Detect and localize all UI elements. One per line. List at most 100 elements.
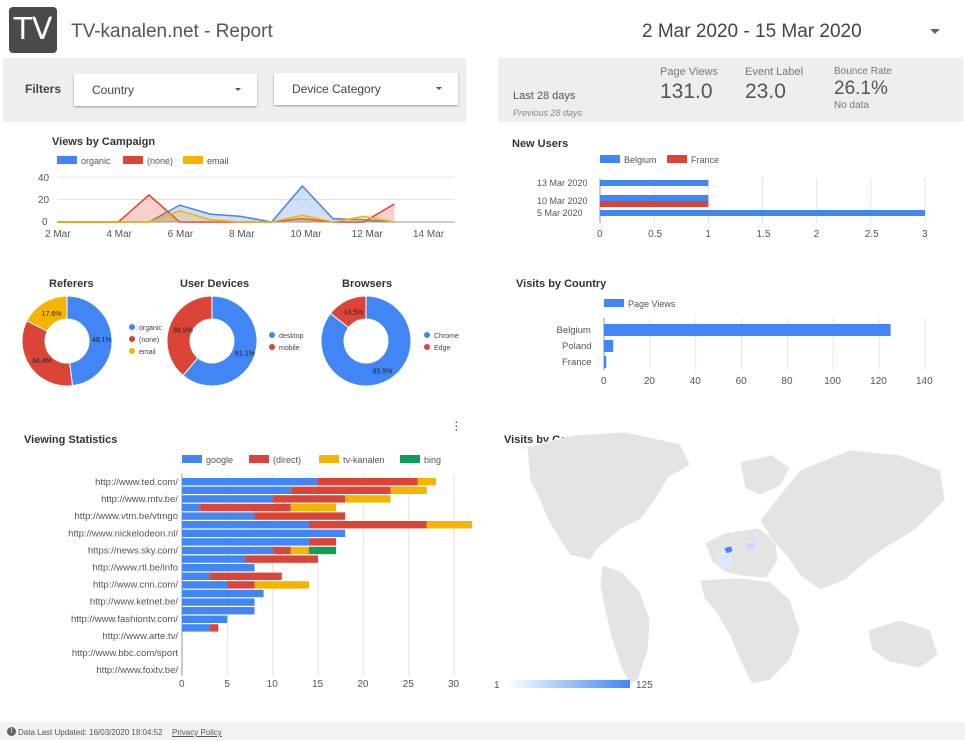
browsers-legend-dot [424,332,430,338]
stacked-bar-google [182,564,255,572]
legend-tv-kanalen-swatch [319,455,339,463]
category-label: 5 Mar 2020 [537,208,583,218]
category-label: http://www.mtv.be/ [101,494,178,505]
x-tick-label: 25 [403,679,415,690]
privacy-policy-link[interactable]: Privacy Policy [172,728,222,737]
x-tick-label: 10 [267,679,279,690]
devices-slice-label: 38.9% [173,328,193,335]
dashboard-charts: organic (none) email402002 Mar 4 Mar 6 Mar 8 … [21,155,946,691]
stacked-bar-google [182,572,210,580]
legend-organic-label: organic [81,156,111,166]
map-landmass [739,454,791,496]
category-label: http://www.ketnet.be/ [90,597,179,608]
map-color-scale [506,680,630,688]
stacked-bar-tv-kanalen [254,581,309,589]
legend-none-swatch [123,156,143,164]
report-page: TV TV-kanalen.net - Report 2 Mar 2020 - … [0,0,965,740]
legend-google-label: google [206,455,233,465]
stacked-bar-google [182,598,255,606]
bar-france [600,201,709,207]
referers-legend-dot [129,324,135,330]
category-label: http://www.cnn.com/ [93,580,178,591]
x-tick-label: 60 [736,376,748,387]
x-tick-label: 0.5 [648,229,662,240]
category-label: http://www.bbc.com/sport [72,648,178,659]
referers-legend-label: organic [139,325,162,332]
x-tick-label: 3 [922,229,928,240]
referers-legend-label: email [139,349,156,356]
map-landmass [526,431,691,561]
stacked-bar-google [182,529,346,537]
stacked-bar-direct [245,555,318,563]
referers-slice-label: 17.6% [42,311,62,318]
stacked-bar-google [182,478,318,486]
devices-legend-label: desktop [279,333,304,340]
map-landmass [704,527,779,579]
x-tick-label: 2 [814,229,820,240]
x-tick-label: 20 [644,376,656,387]
category-label: http://www.foxtv.be/ [96,665,178,676]
stacked-bar-direct [272,546,291,555]
legend-email-label: email [207,156,229,166]
map-landmass [599,564,651,685]
stacked-bar-google [182,581,228,589]
bar-page-views [604,340,614,352]
x-tick-label: 5 [224,679,230,690]
bar-belgium [600,195,709,201]
legend-france-swatch [667,155,687,163]
stacked-bar-tv-kanalen [390,486,427,494]
devices-legend-label: mobile [279,345,300,352]
bar-belgium [600,210,925,216]
map-scale-min: 1 [494,680,500,691]
category-label: http://www.fashiontv.com/ [71,614,178,625]
legend-email-swatch [183,156,203,164]
category-label: http://www.arte.tv/ [103,631,179,642]
category-label: Belgium [557,325,591,336]
stacked-bar-bing [308,546,337,555]
map-landmass [699,577,801,685]
x-tick-label: 100 [824,376,841,387]
stacked-bar-tv-kanalen [417,478,436,486]
x-tick-label: 2 Mar [45,229,71,240]
stacked-bar-direct [318,478,418,486]
x-tick-label: 1.5 [757,229,771,240]
stacked-bar-tv-kanalen [290,503,337,512]
y-tick-label: 40 [38,173,50,184]
legend-direct-swatch [249,455,269,463]
footer: ! Data Last Updated: 16/03/2020 18:04:52… [0,722,965,740]
map-scale-max: 125 [636,680,653,691]
stacked-bar-direct [227,581,255,589]
category-label: Poland [562,341,592,352]
legend-belgium-label: Belgium [624,155,657,165]
legend-page-views-swatch [604,299,624,307]
stacked-bar-google [182,503,201,512]
y-tick-label: 20 [38,195,50,206]
bar-page-views [604,356,607,368]
x-tick-label: 10 Mar [290,229,322,240]
stacked-bar-google [182,486,291,494]
stacked-bar-google [182,589,264,598]
stacked-bar-google [182,555,246,563]
stacked-bar-direct [308,521,427,529]
stacked-bar-direct [272,495,346,503]
x-tick-label: 2.5 [865,229,879,240]
x-tick-label: 14 Mar [413,229,445,240]
stacked-bar-google [182,615,228,623]
legend-google-swatch [182,455,202,463]
stacked-bar-tv-kanalen [345,495,391,503]
legend-page-views-label: Page Views [628,299,676,309]
stacked-bar-google [182,607,255,615]
stacked-bar-direct [308,538,337,546]
x-tick-label: 30 [448,679,460,690]
referers-slice-label: 48.1% [92,337,112,344]
x-tick-label: 8 Mar [229,229,255,240]
x-tick-label: 12 Mar [352,229,384,240]
devices-legend-dot [269,332,275,338]
bar-belgium [600,180,709,186]
x-tick-label: 0 [179,679,185,690]
stacked-bar-google [182,538,309,546]
category-label: http://www.rtl.be/info [92,563,178,574]
stacked-bar-google [182,495,273,503]
category-label: https://news.sky.com/ [88,545,178,556]
devices-slice-label: 61.1% [235,350,255,357]
